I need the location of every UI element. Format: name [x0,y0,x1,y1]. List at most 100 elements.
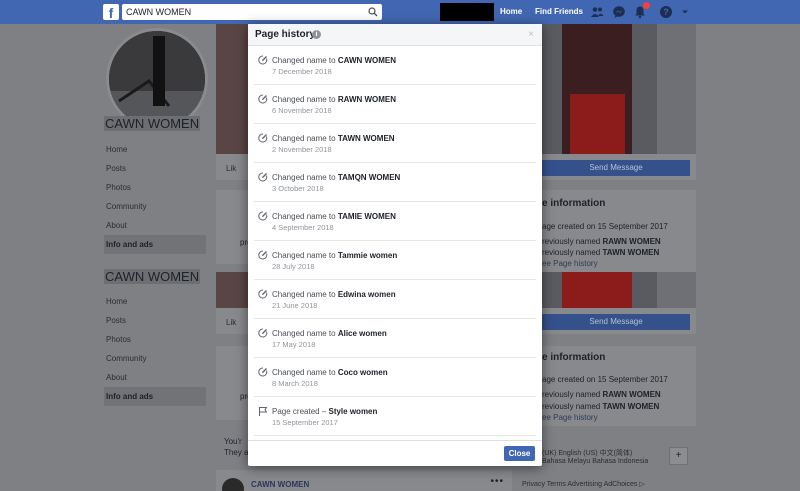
see-page-history-link[interactable]: ee Page history [542,259,598,268]
history-item: Changed name to CAWN WOMEN 7 December 201… [254,46,536,85]
cover-photo-2[interactable] [542,272,696,308]
history-item-text: Changed name to TAMQN WOMEN [272,173,401,182]
history-item: Page created – Style women 15 September 2… [254,397,536,436]
history-item-name: Tammie women [337,251,398,260]
language-links-2[interactable]: Bahasa Melayu Bahasa Indonesia [542,458,648,465]
sidebar-item-about[interactable]: About [106,368,206,387]
cover-photo-image [542,272,696,308]
history-item: Changed name to Edwina women 21 June 2018 [254,280,536,319]
sidebar-item-about[interactable]: About [106,216,206,235]
cover-photo-left [216,24,248,154]
history-item-name: Style women [328,407,378,416]
add-language-button[interactable]: + [669,447,688,465]
top-navigation-bar: f CAWN WOMEN Home Find Friends ? [0,0,800,24]
post-card: CAWN WOMEN ••• [216,470,512,491]
page-created-line: age created on 15 September 2017 [542,375,668,384]
edit-name-icon [258,367,268,377]
help-icon[interactable]: ? [659,5,673,19]
previously-named-line: reviously named TAWN WOMEN [542,402,660,411]
history-item: Changed name to RAWN WOMEN 6 November 201… [254,85,536,124]
see-page-history-link[interactable]: ee Page history [542,413,598,422]
sidebar-item-info-and-ads[interactable]: Info and ads [104,235,206,254]
edit-name-icon [258,289,268,299]
language-links[interactable]: (UK) English (US) 中文(简体) [542,448,632,458]
previously-named-line: reviously named TAWN WOMEN [542,248,660,257]
history-item-date: 28 July 2018 [272,262,315,271]
history-list: Changed name to CAWN WOMEN 7 December 201… [254,46,536,436]
edit-name-icon [258,55,268,65]
send-message-button[interactable]: Send Message [542,314,690,330]
card-left [216,190,248,264]
chevron-down-icon[interactable] [680,5,690,19]
like-button[interactable]: Lik [226,164,236,173]
history-item: Changed name to Tammie women 28 July 2018 [254,241,536,280]
dialog-header: Page history i × [248,24,542,46]
history-item-name: TAMIE WOMEN [337,212,396,221]
sidebar-item-posts[interactable]: Posts [106,311,206,330]
sidebar-item-home[interactable]: Home [106,292,206,311]
cover-photo-image [542,24,696,154]
find-friends-link[interactable]: Find Friends [535,7,583,16]
sidebar-item-posts[interactable]: Posts [106,159,206,178]
page-name-title: CAWN WOMEN [104,116,201,131]
notification-badge [643,2,650,9]
search-input[interactable]: CAWN WOMEN [122,4,382,20]
history-item-name: CAWN WOMEN [337,56,397,65]
profile-picture[interactable] [106,28,208,130]
history-item-name: Coco women [337,368,388,377]
history-item-date: 6 November 2018 [272,106,332,115]
edit-name-icon [258,94,268,104]
page-info-title: e information [542,352,606,363]
search-input-value: CAWN WOMEN [126,7,192,17]
home-link[interactable]: Home [500,7,522,16]
history-item: Changed name to TAMQN WOMEN 3 October 201… [254,163,536,202]
messenger-icon[interactable] [612,5,626,19]
history-item-text: Changed name to Alice women [272,329,387,338]
send-message-button[interactable]: Send Message [542,160,690,176]
history-item-date: 7 December 2018 [272,67,332,76]
edit-name-icon [258,250,268,260]
more-options-icon[interactable]: ••• [490,476,504,487]
sidebar-nav-2: Home Posts Photos Community About Info a… [104,292,206,406]
sidebar-item-community[interactable]: Community [106,349,206,368]
edit-name-icon [258,133,268,143]
history-item-text: Changed name to TAWN WOMEN [272,134,395,143]
history-item-text: Changed name to CAWN WOMEN [272,56,397,65]
sidebar-item-photos[interactable]: Photos [106,178,206,197]
edit-name-icon [258,211,268,221]
cover-photo[interactable] [542,24,696,154]
close-icon[interactable]: × [528,29,534,40]
history-item-name: Alice women [337,329,387,338]
avatar[interactable] [222,478,244,491]
card-left-2 [216,346,248,420]
post-author-name[interactable]: CAWN WOMEN [251,480,309,489]
history-item-date: 15 September 2017 [272,418,338,427]
history-item-date: 3 October 2018 [272,184,324,193]
sidebar-item-community[interactable]: Community [106,197,206,216]
friend-requests-icon[interactable] [590,5,604,19]
history-item-text: Changed name to TAMIE WOMEN [272,212,396,221]
sidebar-item-home[interactable]: Home [106,140,206,159]
footer-links[interactable]: Privacy Terms Advertising AdChoices ▷ [522,480,645,488]
dialog-footer: Close [248,440,542,466]
redacted-profile-block [440,3,494,21]
info-icon[interactable]: i [312,30,321,39]
previously-named-line: reviously named RAWN WOMEN [542,390,661,399]
history-item-date: 2 November 2018 [272,145,332,154]
history-item: Changed name to TAMIE WOMEN 4 September 2… [254,202,536,241]
sidebar-item-photos[interactable]: Photos [106,330,206,349]
close-button[interactable]: Close [504,446,535,461]
sidebar-item-info-and-ads[interactable]: Info and ads [104,387,206,406]
page-name-title-2: CAWN WOMEN [104,269,201,284]
dialog-title: Page history [255,29,316,40]
history-item-text: Changed name to Edwina women [272,290,396,299]
like-button[interactable]: Lik [226,318,236,327]
search-icon[interactable] [368,7,378,17]
page-info-title: e information [542,198,606,209]
history-item: Changed name to Alice women 17 May 2018 [254,319,536,358]
history-item: Changed name to TAWN WOMEN 2 November 201… [254,124,536,163]
history-item: Changed name to Coco women 8 March 2018 [254,358,536,397]
history-item-name: Edwina women [337,290,396,299]
history-item-text: Changed name to Coco women [272,368,388,377]
facebook-logo-icon[interactable]: f [103,4,119,21]
